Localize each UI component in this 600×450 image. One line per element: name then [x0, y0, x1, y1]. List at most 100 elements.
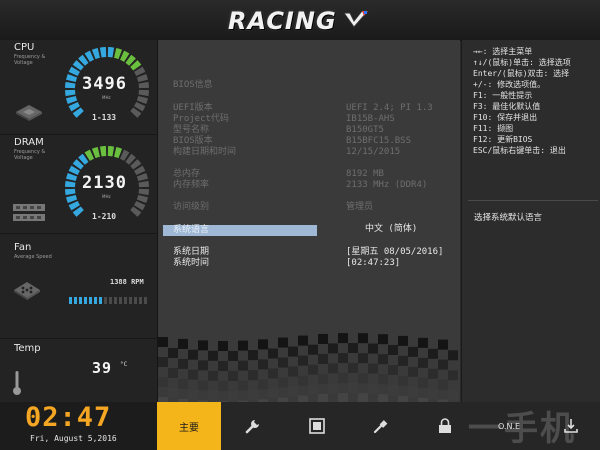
fan-speed-bar [69, 289, 149, 308]
checker-square [418, 357, 428, 368]
checker-square [238, 380, 248, 391]
checker-square [188, 349, 198, 360]
checker-square [348, 363, 358, 374]
checker-square [198, 380, 208, 391]
checker-square [178, 338, 188, 349]
nav-tools-tab[interactable] [349, 402, 413, 450]
total-memory-value: 8192 MB [346, 169, 384, 179]
lock-icon [439, 418, 451, 433]
bios-info-header: BIOS信息 [173, 80, 213, 90]
checker-square [328, 363, 338, 374]
checker-square [438, 379, 448, 390]
fan-bar-segment [69, 297, 72, 304]
checker-square [188, 389, 198, 400]
fan-bar-segment [79, 297, 82, 304]
help-line-select-option: ↑↓/(鼠标)单击: 选择选项 [473, 58, 571, 67]
checker-square [308, 384, 318, 395]
gauge-segment [66, 73, 78, 82]
checker-square [388, 384, 398, 395]
checker-square [158, 337, 168, 347]
gauge-segment [114, 147, 123, 159]
checker-square [298, 335, 308, 346]
help-line-main-menu: →←: 选择主菜单 [473, 47, 533, 56]
dram-frequency: 2130 [82, 173, 127, 193]
access-level-value: 管理员 [346, 202, 374, 212]
checker-square [318, 353, 328, 364]
checker-square [448, 350, 458, 361]
checker-square [328, 343, 338, 354]
nav-advanced-tab[interactable] [221, 402, 285, 450]
checker-square [288, 346, 298, 357]
system-clock: 02:47 [25, 402, 112, 433]
fan-subtitle: Average Speed [14, 254, 52, 260]
item-description: 选择系统默认语言 [474, 213, 543, 223]
checker-square [368, 343, 378, 354]
checker-square [268, 388, 278, 399]
checker-square [288, 366, 298, 377]
help-line-f3: F3: 最佳化默认值 [473, 102, 541, 111]
system-date-label[interactable]: 系统日期 [173, 247, 209, 258]
fan-section: Fan Average Speed [0, 234, 157, 339]
logo-text: RACING [228, 7, 337, 35]
nav-chipset-tab[interactable] [285, 402, 349, 450]
cpu-chip-icon [16, 105, 42, 121]
nav-main-label: 主要 [179, 422, 199, 434]
project-code-value: IB15B-AHS [346, 114, 395, 124]
cpu-voltage: 1-133 [92, 113, 117, 122]
checker-square [348, 383, 358, 394]
build-date-label: 构建日期和时间 [173, 147, 237, 157]
system-language-value[interactable]: 中文 (简体) [365, 224, 417, 235]
fan-bar-segment [109, 297, 112, 304]
system-date-display: Fri, August 5,2016 [30, 434, 117, 443]
checker-square [198, 360, 208, 371]
checker-square [358, 333, 368, 344]
checker-square [158, 377, 168, 387]
checker-square [268, 348, 278, 359]
checker-square [418, 337, 428, 348]
checker-square [248, 350, 258, 361]
watermark: 一手机 [468, 409, 576, 449]
model-name-value: B150GT5 [346, 125, 384, 135]
fan-title: Fan [14, 242, 32, 253]
checker-square [408, 386, 418, 397]
chip-icon [309, 418, 325, 434]
checker-square [388, 364, 398, 375]
fan-bar-segment [89, 297, 92, 304]
dram-unit: MHz [102, 194, 111, 199]
checker-square [338, 393, 348, 402]
gauge-segment [138, 81, 149, 89]
gauge-segment [138, 89, 149, 97]
checker-square [208, 350, 218, 361]
checker-square [278, 357, 288, 368]
fan-bar-segment [99, 297, 102, 304]
cpu-title: CPU [14, 42, 35, 53]
gauge-segment [136, 195, 148, 204]
checker-square [398, 375, 408, 386]
help-panel: →←: 选择主菜单 ↑↓/(鼠标)单击: 选择选项 Enter/(鼠标)双击: … [461, 40, 600, 402]
fan-bar-segment [104, 297, 107, 304]
memory-frequency-value: 2133 MHz (DDR4) [346, 180, 428, 190]
checker-square [238, 340, 248, 351]
checker-square [398, 335, 408, 346]
system-time-value[interactable]: [02:47:23] [346, 258, 400, 269]
fan-bar-segment [129, 297, 132, 304]
checker-square [168, 347, 178, 358]
project-code-label: Project代码 [173, 114, 229, 124]
system-date-value[interactable]: [星期五 08/05/2016] [346, 247, 443, 258]
fan-icon [14, 282, 40, 300]
checker-square [428, 348, 438, 359]
model-name-label: 型号名称 [173, 125, 210, 135]
checker-square [228, 350, 238, 361]
checker-square [188, 369, 198, 380]
gauge-segment [136, 172, 148, 181]
nav-main-tab[interactable]: 主要 [157, 402, 221, 450]
system-time-label[interactable]: 系统时间 [173, 258, 209, 269]
cpu-section: CPU Frequency & Voltage 3496 MHz 1-133 [0, 40, 157, 135]
fan-bar-segment [134, 297, 137, 304]
system-language-label[interactable]: 系统语言 [173, 225, 209, 236]
gauge-segment [91, 48, 100, 60]
checker-square [298, 375, 308, 386]
gauge-segment [136, 96, 148, 105]
gauge-segment [65, 89, 76, 97]
checker-square [398, 355, 408, 366]
